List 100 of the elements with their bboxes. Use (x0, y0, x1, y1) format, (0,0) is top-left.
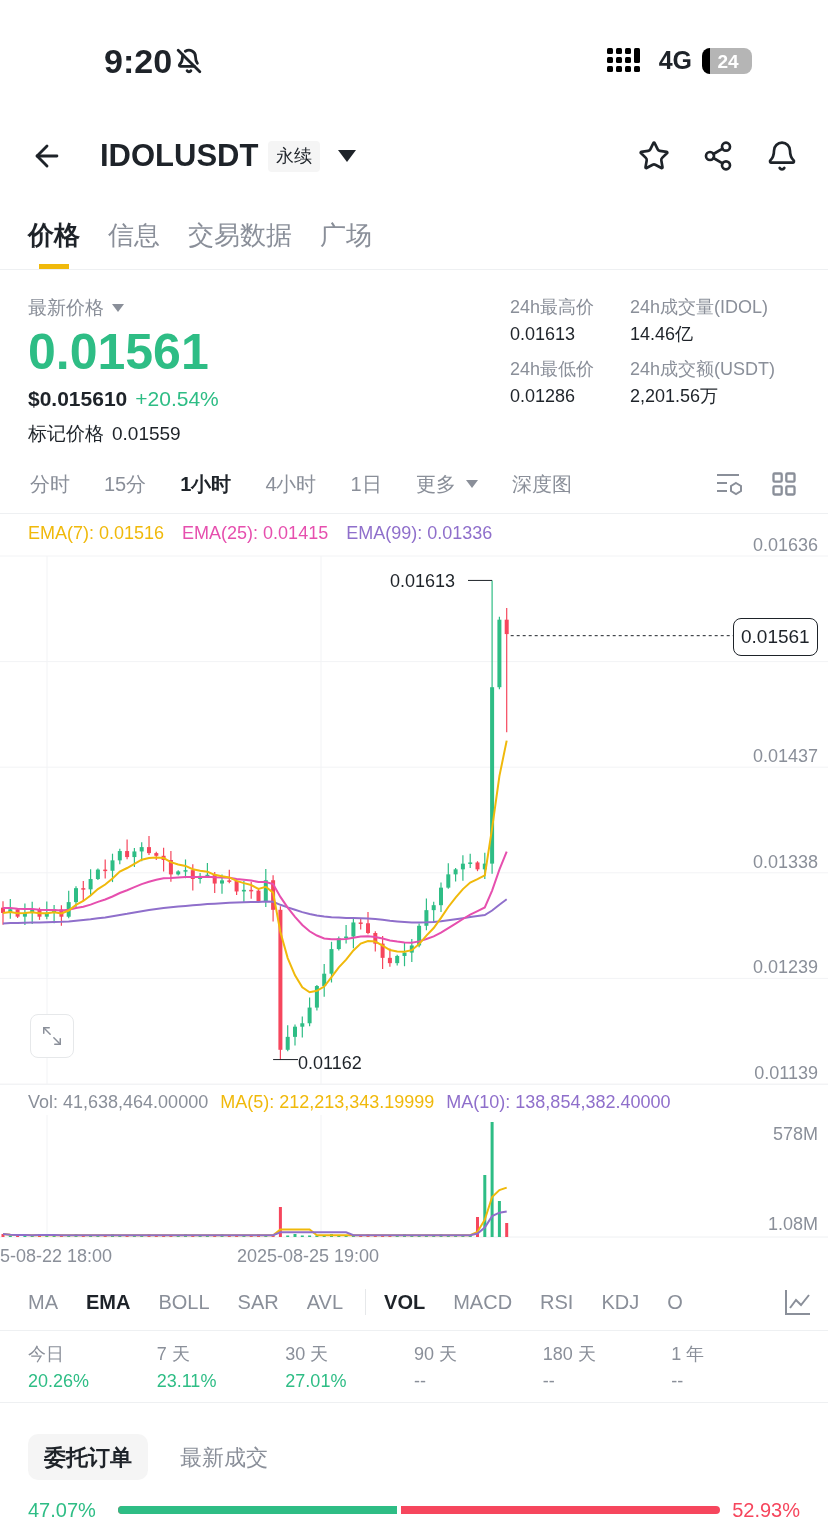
stat-label: 24h最低价 (510, 358, 596, 381)
network-type: 4G (658, 45, 692, 77)
page-tab[interactable]: 信息 (108, 216, 160, 269)
return-period: 90 天 (414, 1343, 459, 1366)
stat-value: 14.46亿 (630, 323, 695, 346)
order-tab[interactable]: 委托订单 (28, 1434, 148, 1480)
notification-bell-icon[interactable] (766, 140, 798, 172)
indicator-tab[interactable]: SAR (237, 1286, 279, 1317)
indicator-tab[interactable]: AVL (306, 1286, 344, 1317)
candle (176, 869, 181, 877)
volume-bar (483, 1175, 487, 1237)
volume-legend: Vol: 41,638,464.00000 (28, 1089, 209, 1116)
candle (446, 862, 451, 890)
volume-bar (403, 1234, 406, 1237)
indicator-tab[interactable]: BOLL (158, 1286, 210, 1317)
timeframe-tab[interactable]: 分时 (30, 468, 70, 499)
candle (402, 941, 407, 967)
timeframe-tab[interactable]: 15分 (104, 468, 147, 499)
caret-icon[interactable] (112, 304, 124, 313)
candle (103, 858, 108, 879)
candle (351, 917, 356, 949)
indicator-tab[interactable]: KDJ (601, 1286, 640, 1317)
candle (307, 996, 312, 1027)
volume-legend: MA(5): 212,213,343.19999 (220, 1089, 435, 1116)
candle (168, 850, 173, 883)
volume-bar (1, 1234, 5, 1237)
mark-price-label: 标记价格 (28, 422, 104, 446)
return-period: 1 年 (671, 1343, 706, 1366)
return-value: 27.01% (285, 1370, 348, 1393)
last-price: 0.01561 (28, 322, 210, 381)
return-value: -- (671, 1370, 685, 1393)
candle (263, 868, 268, 908)
buy-ratio: 47.07% (28, 1498, 97, 1523)
more-dropdown[interactable]: 更多 (415, 468, 478, 499)
candle (285, 1024, 290, 1052)
leader-line (467, 579, 493, 581)
candle (424, 897, 429, 931)
indicator-tab[interactable]: EMA (86, 1286, 131, 1317)
candle (336, 935, 341, 952)
timeframe-tab[interactable]: 1小时 (180, 468, 232, 499)
return-value: 20.26% (28, 1370, 91, 1393)
indicator-tab[interactable]: O (667, 1286, 683, 1317)
timeframe-tab[interactable]: 4小时 (265, 468, 317, 499)
order-tab[interactable]: 最新成交 (164, 1434, 284, 1480)
candle (52, 904, 57, 924)
candle (44, 900, 49, 920)
stat-value: 0.01613 (510, 323, 577, 346)
page-tab[interactable]: 广场 (320, 216, 372, 269)
candle (322, 963, 327, 998)
candle (439, 881, 443, 913)
candle (300, 1016, 305, 1039)
volume-axis-label: 1.08M (767, 1213, 818, 1236)
volume-bar (505, 1223, 509, 1237)
candle (453, 867, 458, 883)
candle (183, 858, 188, 879)
page-tab[interactable]: 价格 (28, 216, 80, 269)
ema-legend: EMA(7): 0.01516 (28, 520, 165, 547)
return-value: 23.11% (156, 1370, 218, 1393)
candle (37, 907, 42, 921)
volume-bar (293, 1234, 297, 1237)
stat-label: 24h最高价 (510, 296, 596, 319)
indicator-tab[interactable]: VOL (384, 1286, 426, 1317)
candle (139, 841, 144, 862)
timeframe-tab[interactable]: 深度图 (511, 468, 572, 499)
usd-price: $0.015610 (28, 385, 128, 412)
candle (329, 941, 334, 984)
candle (431, 901, 436, 923)
grid-layout-icon[interactable] (770, 469, 798, 498)
timeframe-tab[interactable]: 1日 (350, 468, 382, 499)
volume-bar (330, 1234, 333, 1237)
volume-bar (74, 1234, 78, 1237)
candle (15, 907, 20, 919)
candle (59, 904, 64, 927)
candle (366, 911, 370, 935)
candle (212, 871, 217, 894)
page-tab[interactable]: 交易数据 (188, 216, 292, 269)
price-axis-label: 0.01239 (752, 956, 818, 980)
price-change: +20.54% (135, 385, 219, 412)
indicator-tab[interactable]: MA (28, 1286, 58, 1317)
candle (314, 984, 319, 1011)
favorite-star-icon[interactable] (638, 140, 670, 172)
candle (475, 860, 480, 872)
ema-legend: EMA(25): 0.01415 (182, 520, 329, 547)
indicator-tab[interactable]: RSI (540, 1286, 574, 1317)
price-axis-label: 0.01437 (752, 745, 818, 769)
candle (154, 851, 159, 861)
return-period: 30 天 (285, 1343, 330, 1366)
candle (293, 1023, 297, 1047)
indicator-tab[interactable]: MACD (453, 1286, 513, 1317)
candle (460, 854, 465, 882)
candle (22, 902, 27, 926)
candle (482, 852, 487, 880)
share-icon[interactable] (702, 140, 734, 172)
latest-price-label: 最新价格 (28, 296, 104, 320)
leader-line (272, 1059, 299, 1061)
date-axis-label: 2025-08-25 19:00 (237, 1245, 380, 1268)
candle (234, 879, 239, 896)
return-period: 7 天 (156, 1343, 191, 1366)
dropdown-caret-icon[interactable] (338, 150, 357, 162)
volume-axis-label: 578M (772, 1123, 818, 1146)
